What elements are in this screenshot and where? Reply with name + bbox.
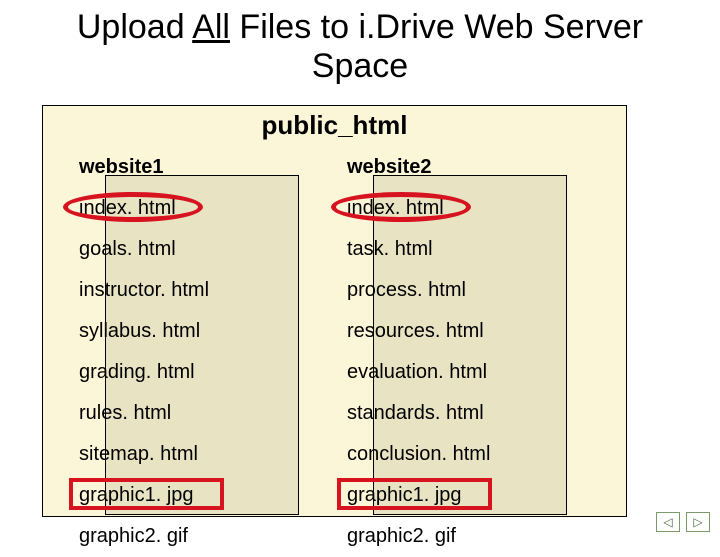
file-name: process. html (347, 279, 466, 302)
next-icon: ▷ (693, 515, 702, 529)
title-pre: Upload (77, 8, 192, 46)
file-name: index. html (347, 197, 444, 220)
file-name: graphic2. gif (347, 525, 456, 548)
file-name: index. html (79, 197, 176, 220)
file-name: graphic1. jpg (79, 484, 194, 507)
file-name: graphic1. jpg (347, 484, 462, 507)
file-row: graphic2. gif (75, 516, 343, 557)
title-underlined: All (192, 8, 230, 46)
col-header: website1 (75, 147, 343, 188)
prev-icon: ◁ (663, 515, 672, 529)
file-row: graphic2. gif (343, 516, 611, 557)
file-row: sitemap. html (75, 434, 343, 475)
file-row: instructor. html (75, 270, 343, 311)
column-website1: website1 index. html goals. html instruc… (75, 147, 343, 557)
file-name: instructor. html (79, 279, 209, 302)
public-html-label: public_html (43, 106, 626, 147)
file-row: process. html (343, 270, 611, 311)
file-row: grading. html (75, 352, 343, 393)
nav-controls: ◁ ▷ (656, 512, 710, 532)
file-name: grading. html (79, 361, 195, 384)
col-header: website2 (343, 147, 611, 188)
public-html-box: public_html website1 index. html goals. … (42, 105, 627, 517)
col-header-text: website1 (79, 156, 163, 179)
file-name: sitemap. html (79, 443, 198, 466)
file-row: index. html (75, 188, 343, 229)
file-row: index. html (343, 188, 611, 229)
file-row: conclusion. html (343, 434, 611, 475)
page-title: Upload All Files to i.Drive Web Server S… (0, 0, 720, 90)
file-row: graphic1. jpg (75, 475, 343, 516)
file-row: standards. html (343, 393, 611, 434)
file-row: goals. html (75, 229, 343, 270)
file-row: graphic1. jpg (343, 475, 611, 516)
next-button[interactable]: ▷ (686, 512, 710, 532)
file-name: goals. html (79, 238, 176, 261)
file-name: syllabus. html (79, 320, 200, 343)
column-website2: website2 index. html task. html process.… (343, 147, 611, 557)
prev-button[interactable]: ◁ (656, 512, 680, 532)
file-row: syllabus. html (75, 311, 343, 352)
file-row: rules. html (75, 393, 343, 434)
file-name: conclusion. html (347, 443, 490, 466)
file-name: task. html (347, 238, 433, 261)
file-name: rules. html (79, 402, 171, 425)
file-row: task. html (343, 229, 611, 270)
columns-container: website1 index. html goals. html instruc… (43, 147, 626, 517)
file-name: graphic2. gif (79, 525, 188, 548)
file-row: resources. html (343, 311, 611, 352)
col-header-text: website2 (347, 156, 431, 179)
file-name: resources. html (347, 320, 484, 343)
file-name: standards. html (347, 402, 484, 425)
title-post: Files to i.Drive Web Server Space (230, 8, 643, 85)
file-row: evaluation. html (343, 352, 611, 393)
file-name: evaluation. html (347, 361, 487, 384)
